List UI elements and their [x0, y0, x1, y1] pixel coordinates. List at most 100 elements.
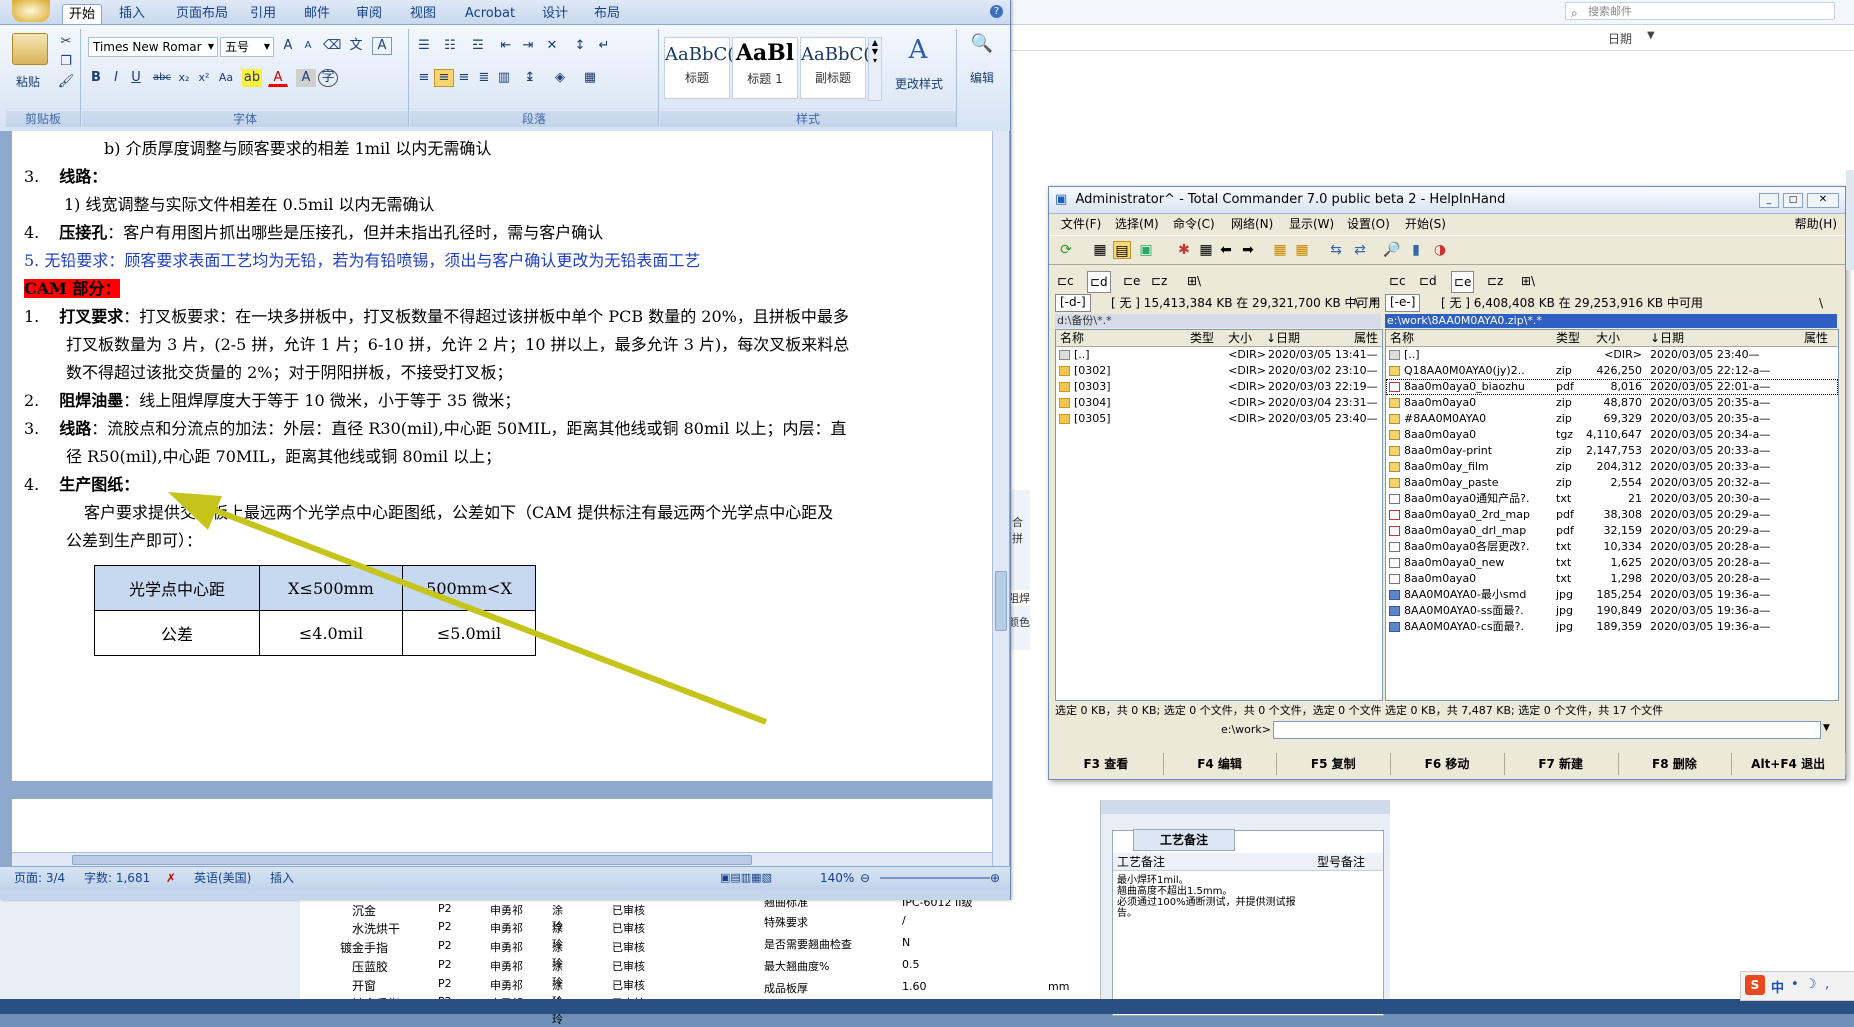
view-buttons-icon[interactable]: ▣▤▥▦▧ — [720, 867, 772, 889]
char-shading-icon[interactable]: A — [296, 69, 316, 87]
style-heading-1[interactable]: AaBl 标题 1 — [732, 37, 798, 99]
back-arrow-icon[interactable]: ⬅ — [1217, 241, 1235, 259]
highlight-icon[interactable]: ab — [242, 69, 262, 87]
subscript-icon[interactable]: x₂ — [174, 69, 194, 87]
file-row[interactable]: 8aa0m0aya0 tgz 4,110,647 2020/03/05 20:34-a… — [1386, 427, 1838, 443]
file-row[interactable]: 8aa0m0ay_film zip 204,312 2020/03/05 20:33-… — [1386, 459, 1838, 475]
line-spacing-icon[interactable]: ↨ — [520, 69, 540, 87]
fkey-button[interactable]: F7 新建 — [1504, 753, 1619, 775]
show-marks-icon[interactable]: ↵ — [594, 37, 614, 55]
format-painter-icon[interactable]: 🖌 — [56, 73, 76, 91]
drive-e-icon[interactable]: ⊏e — [1123, 271, 1140, 291]
menu-file[interactable]: 文件(F) — [1061, 214, 1101, 234]
bold-icon[interactable]: B — [86, 69, 106, 87]
col-size[interactable]: 大小 — [1228, 330, 1252, 346]
cut-icon[interactable]: ✂ — [56, 33, 76, 51]
copy-icon[interactable]: ❐ — [56, 53, 76, 71]
right-drive-select[interactable]: [-e-] — [1385, 294, 1421, 312]
tab-mailings[interactable]: 邮件 — [300, 4, 334, 24]
phonetic-icon[interactable]: 文 — [346, 37, 366, 55]
font-name-combo[interactable]: Times New Romar ▼ — [88, 37, 218, 57]
minimize-icon[interactable]: _ — [1759, 193, 1779, 208]
proofing-icon[interactable]: ✗ — [166, 867, 176, 889]
justify-icon[interactable]: ≣ — [474, 69, 494, 87]
italic-icon[interactable]: I — [106, 69, 126, 87]
styles-scroll[interactable]: ▲ ▼ ▾ — [868, 37, 882, 101]
chinese-mode-icon[interactable]: 中 — [1771, 977, 1784, 996]
help-icon[interactable]: ? — [990, 5, 1003, 18]
col-date[interactable]: ↓日期 — [1266, 330, 1300, 346]
sync-icon[interactable]: ◑ — [1431, 241, 1449, 259]
chevron-down-icon[interactable]: ▼ — [1823, 723, 1830, 733]
tab-home[interactable]: 开始 — [62, 4, 102, 25]
drive-d-icon[interactable]: ⊏d — [1419, 271, 1437, 291]
unpack-icon[interactable]: ▦ — [1293, 241, 1311, 259]
menu-config[interactable]: 设置(O) — [1347, 214, 1390, 234]
superscript-icon[interactable]: x² — [194, 69, 214, 87]
select-icon[interactable]: ✱ — [1175, 241, 1193, 259]
col-size[interactable]: 大小 — [1596, 330, 1620, 346]
tab-notes[interactable]: 工艺备注 — [1133, 829, 1235, 851]
change-case-icon[interactable]: Aa — [216, 69, 236, 87]
borders-icon[interactable]: ▦ — [580, 69, 600, 87]
fkey-button[interactable]: F6 移动 — [1390, 753, 1505, 775]
file-row[interactable]: [..] <DIR> 2020/03/05 13:41— — [1056, 347, 1382, 363]
file-row[interactable]: [0302] <DIR> 2020/03/02 23:10— — [1056, 363, 1382, 379]
zoom-slider[interactable] — [880, 877, 990, 879]
hscroll-thumb[interactable] — [72, 855, 752, 865]
tab-layout[interactable]: 布局 — [590, 4, 624, 24]
align-right-icon[interactable]: ≡ — [454, 69, 474, 87]
ftp-icon[interactable]: ⇆ — [1327, 241, 1345, 259]
file-row[interactable]: 8aa0m0aya0_drl_map pdf 32,159 2020/03/05 20… — [1386, 523, 1838, 539]
align-center-icon[interactable]: ≡ — [434, 69, 454, 87]
bullets-icon[interactable]: ☰ — [414, 37, 434, 55]
fkey-button[interactable]: Alt+F4 退出 — [1731, 753, 1846, 775]
fkey-button[interactable]: F8 删除 — [1618, 753, 1733, 775]
tab-references[interactable]: 引用 — [246, 4, 280, 24]
style-title[interactable]: AaBbC(标题 — [664, 37, 734, 99]
file-row[interactable]: 8AA0M0AYA0-最小smd jpg 185,254 2020/03/05 19:… — [1386, 587, 1838, 603]
clear-format-icon[interactable]: ⌫ — [322, 37, 342, 55]
right-path[interactable]: e:\work\8AA0M0AYA0.zip\*.* — [1385, 314, 1837, 328]
network-icon[interactable]: ⊞\ — [1521, 271, 1535, 291]
horizontal-scrollbar[interactable] — [12, 852, 992, 867]
file-row[interactable]: [0305] <DIR> 2020/03/05 23:40— — [1056, 411, 1382, 427]
underline-icon[interactable]: U — [126, 69, 146, 87]
file-row[interactable]: [..] <DIR> 2020/03/05 23:40— — [1386, 347, 1838, 363]
file-row[interactable]: Q18AA0M0AYA0(jy)2.. zip 426,250 2020/03/05 … — [1386, 363, 1838, 379]
parent-button[interactable]: * — [1371, 293, 1377, 313]
root-button[interactable]: \ — [1819, 293, 1823, 313]
tab-view[interactable]: 视图 — [406, 4, 440, 24]
document-page[interactable]: b) 介质厚度调整与顾客要求的相差 1mil 以内无需确认 3. 线路： 1) 线… — [12, 131, 992, 781]
left-drive-select[interactable]: [-d-] — [1055, 294, 1091, 312]
zoom-out-icon[interactable]: ⊖ — [860, 867, 870, 889]
moon-icon[interactable]: ☽ — [1805, 977, 1817, 992]
vertical-scrollbar[interactable] — [992, 131, 1009, 866]
zoom-level[interactable]: 140% — [820, 867, 854, 889]
office-button[interactable] — [12, 0, 50, 22]
brief-view-icon[interactable]: ▦ — [1091, 241, 1109, 259]
fkey-button[interactable]: F3 查看 — [1049, 753, 1164, 775]
col-attr[interactable]: 属性 — [1354, 330, 1378, 346]
menu-help[interactable]: 帮助(H) — [1795, 214, 1837, 234]
drive-e-icon[interactable]: ⊏e — [1451, 271, 1475, 293]
file-row[interactable]: 8aa0m0aya0_new txt 1,625 2020/03/05 20:28-a… — [1386, 555, 1838, 571]
chinese-layout-icon[interactable]: ✕ — [542, 37, 562, 55]
page-count[interactable]: 页面: 3/4 — [14, 867, 65, 889]
file-row[interactable]: 8aa0m0aya0 txt 1,298 2020/03/05 20:28-a— — [1386, 571, 1838, 587]
find-files-icon[interactable]: 🔎 — [1383, 241, 1401, 259]
chevron-down-icon[interactable]: ▼ — [1647, 30, 1655, 41]
comma-icon[interactable]: , — [1825, 977, 1829, 992]
sort-by-date[interactable]: 日期 — [1608, 30, 1632, 47]
col-date[interactable]: ↓日期 — [1650, 330, 1684, 346]
char-border-icon[interactable]: A — [372, 37, 392, 55]
maximize-icon[interactable]: □ — [1783, 193, 1803, 208]
tab-review[interactable]: 审阅 — [352, 4, 386, 24]
scroll-thumb[interactable] — [995, 571, 1007, 631]
menu-net[interactable]: 网络(N) — [1231, 214, 1273, 234]
file-row[interactable]: 8aa0m0ay_paste zip 2,554 2020/03/05 20:32-a… — [1386, 475, 1838, 491]
tab-insert[interactable]: 插入 — [112, 4, 152, 24]
find-icon[interactable]: 🔍 — [970, 33, 994, 57]
menu-select[interactable]: 选择(M) — [1115, 214, 1159, 234]
rename-icon[interactable]: ▮ — [1407, 241, 1425, 259]
